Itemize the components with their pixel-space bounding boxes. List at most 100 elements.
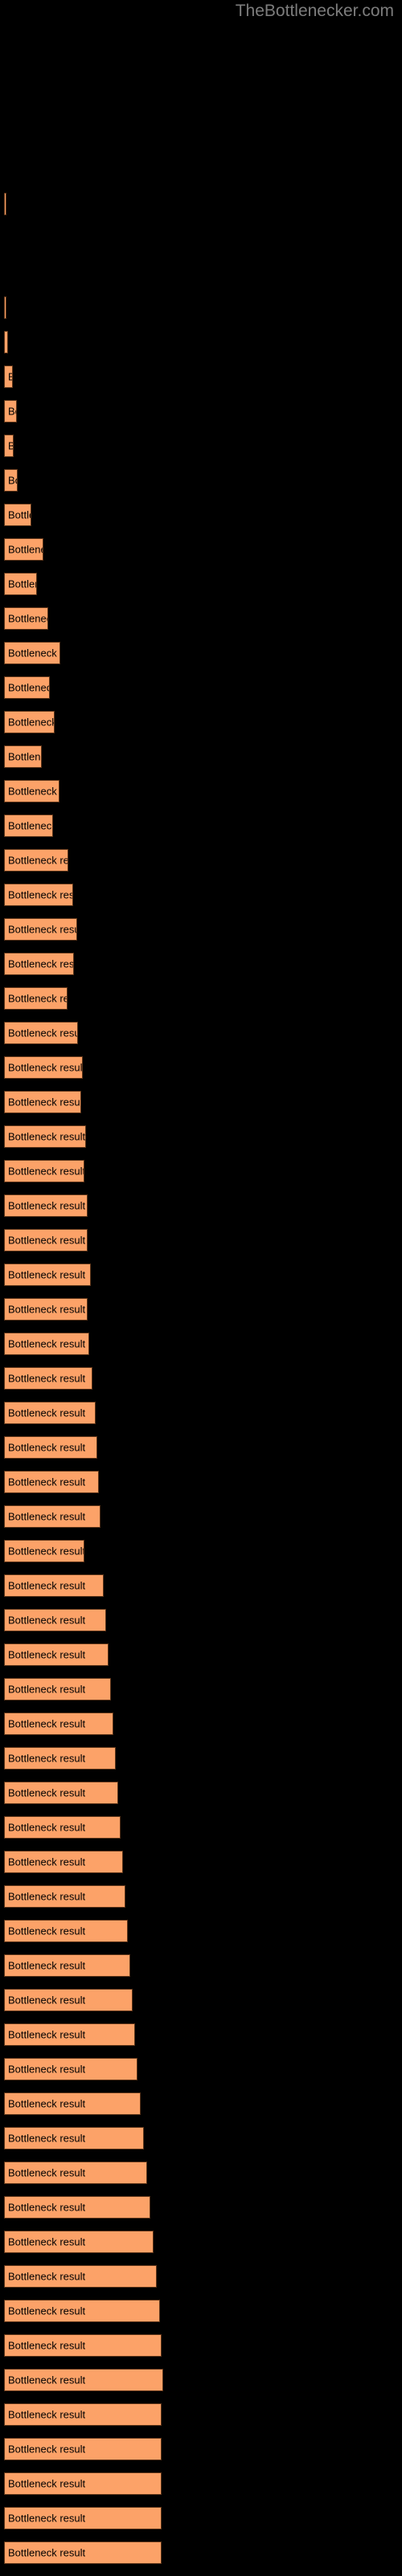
bottleneck-result-bar[interactable]: Bottleneck result [4, 884, 73, 906]
bar-row: Bottleneck result [0, 1229, 402, 1264]
bottleneck-result-bar[interactable]: Bottleneck result [4, 2231, 154, 2253]
bar-label: Bottleneck result [8, 1959, 86, 1972]
bottleneck-result-bar[interactable]: Bottleneck result [4, 538, 43, 561]
bottleneck-result-bar[interactable]: Bottleneck result [4, 1920, 128, 1942]
bottleneck-result-bar[interactable]: Bottleneck result [4, 400, 17, 423]
bottleneck-result-bar[interactable]: Bottleneck result [4, 2196, 150, 2219]
bar-row: Bottleneck result [0, 676, 402, 711]
bar-label: Bottleneck result [8, 1096, 81, 1108]
bottleneck-result-bar[interactable]: Bottleneck result [4, 918, 77, 941]
bottleneck-result-bar[interactable]: Bottleneck result [4, 814, 53, 837]
bar-row: Bottleneck result [0, 1505, 402, 1540]
bottleneck-result-bar[interactable]: Bottleneck result [4, 504, 31, 526]
bottleneck-result-bar[interactable]: Bottleneck result [4, 1747, 116, 1770]
bottleneck-result-bar[interactable]: Bottleneck result [4, 1851, 123, 1873]
bottleneck-result-bar[interactable]: Bottleneck result [4, 1574, 104, 1597]
bottleneck-result-bar[interactable]: Bottleneck result [4, 1194, 88, 1217]
bar-label: Bottleneck result [8, 854, 68, 867]
bottleneck-result-bar[interactable]: Bottleneck result [4, 1436, 97, 1459]
bottleneck-result-bar[interactable]: Bottleneck result [4, 745, 42, 768]
bottleneck-result-bar[interactable]: Bottleneck result [4, 2541, 162, 2564]
bar-label: Bottleneck result [8, 1165, 84, 1178]
bar-row: Bottleneck result [0, 1989, 402, 2023]
bar-row: Bottleneck result [0, 1713, 402, 1747]
bottleneck-result-bar[interactable]: Bottleneck result [4, 469, 18, 492]
bottleneck-result-bar[interactable]: Bottleneck result [4, 676, 50, 699]
bottleneck-result-bar[interactable]: Bottleneck result [4, 1298, 88, 1321]
bar-row: Bottleneck result [0, 2300, 402, 2334]
bottleneck-result-bar[interactable]: Bottleneck result [4, 1402, 96, 1424]
bar-label: Bottleneck result [8, 1268, 86, 1281]
bar-label: Bottleneck result [8, 1579, 86, 1592]
bottleneck-result-bar[interactable]: Bottleneck result [4, 642, 60, 664]
bottleneck-result-bar[interactable]: Bottleneck result [4, 1678, 111, 1700]
bottleneck-result-bar[interactable]: Bottleneck result [4, 1367, 92, 1390]
bar-row: Bottleneck result [0, 2265, 402, 2300]
bottleneck-result-bar[interactable]: Bottleneck result [4, 2472, 162, 2495]
bottleneck-result-bar[interactable]: Bottleneck result [4, 1540, 84, 1562]
bottleneck-result-bar[interactable]: Bottleneck result [4, 711, 55, 733]
bottleneck-result-bar[interactable]: Bottleneck result [4, 1989, 133, 2011]
bottleneck-result-bar[interactable]: Bottleneck result [4, 2507, 162, 2529]
bottleneck-result-bar[interactable]: Bottleneck result [4, 987, 68, 1010]
bottleneck-result-bar[interactable]: Bottleneck result [4, 2092, 141, 2115]
bottleneck-result-bar[interactable]: Bottleneck result [4, 1091, 81, 1113]
bottleneck-result-bar[interactable]: Bottleneck result [4, 2058, 137, 2080]
bar-label: Bottleneck result [8, 2477, 86, 2490]
bottleneck-result-bar[interactable] [4, 331, 8, 353]
bottleneck-result-bar[interactable]: Bottleneck result [4, 1333, 89, 1355]
bottleneck-result-bar[interactable]: Bottleneck result [4, 2369, 163, 2391]
bottleneck-result-bar[interactable] [4, 296, 6, 319]
bar-row: Bottleneck result [0, 884, 402, 918]
bottleneck-result-bar[interactable]: Bottleneck result [4, 573, 37, 595]
bar-label: Bottleneck result [8, 1683, 86, 1696]
bottleneck-result-bar[interactable]: Bottleneck result [4, 1229, 88, 1251]
bar-row: Bottleneck result [0, 1298, 402, 1333]
bottleneck-result-bar[interactable]: Bottleneck result [4, 953, 74, 975]
bar-label: Bottleneck result [8, 2028, 86, 2041]
bottleneck-result-bar[interactable]: Bottleneck result [4, 1816, 121, 1839]
bar-row: Bottleneck result [0, 1643, 402, 1678]
bottleneck-result-bar[interactable]: Bottleneck result [4, 1713, 113, 1735]
bottleneck-result-bar[interactable]: Bottleneck result [4, 2403, 162, 2426]
bottleneck-result-bar[interactable]: Bottleneck result [4, 2438, 162, 2460]
bottleneck-result-bar[interactable]: Bottleneck result [4, 780, 59, 802]
bottleneck-result-bar[interactable]: Bottleneck result [4, 1609, 106, 1631]
bottleneck-result-bar[interactable]: Bottleneck result [4, 2334, 162, 2357]
bottleneck-result-bar[interactable]: Bottleneck result [4, 1125, 86, 1148]
bar-label: Bottleneck result [8, 1821, 86, 1834]
bar-label: Bottleneck result [8, 1786, 86, 1799]
bar-row: Bottleneck result [0, 2127, 402, 2162]
bottleneck-result-bar[interactable]: Bottleneck result [4, 1782, 118, 1804]
bottleneck-result-bar[interactable]: Bottleneck result [4, 1056, 83, 1079]
bottleneck-result-bar[interactable]: Bottleneck result [4, 1643, 109, 1666]
bottleneck-result-bar[interactable]: Bottleneck result [4, 2300, 160, 2322]
bar-row: Bottleneck result [0, 1056, 402, 1091]
bar-row: Bottleneck result [0, 918, 402, 953]
bar-row: Bottleneck result [0, 745, 402, 780]
bar-label: Bottleneck result [8, 992, 67, 1005]
bar-label: Bottleneck result [8, 405, 16, 418]
bar-label: Bottleneck result [8, 474, 17, 487]
bottleneck-result-bar[interactable]: Bottleneck result [4, 2265, 157, 2288]
bar-label: Bottleneck result [8, 1061, 83, 1074]
bottleneck-result-bar[interactable]: Bottleneck result [4, 1505, 100, 1528]
bottleneck-bar-chart: Bottleneck result Bottleneck result Bottle… [0, 0, 402, 2570]
bar-row: Bottleneck result [0, 1264, 402, 1298]
bottleneck-result-bar[interactable]: Bottleneck result [4, 2162, 147, 2184]
bottleneck-result-bar[interactable]: Bottleneck result [4, 607, 48, 630]
bottleneck-result-bar[interactable]: Bottleneck result [4, 2023, 135, 2046]
bottleneck-result-bar[interactable]: Bottleneck result [4, 1022, 78, 1044]
bottleneck-result-bar[interactable]: Bottleneck result [4, 2127, 144, 2149]
bottleneck-result-bar[interactable]: Bottleneck result [4, 1471, 99, 1493]
bottleneck-result-bar[interactable]: Bottleneck result [4, 365, 13, 388]
bar-row: Bottleneck result [0, 1678, 402, 1713]
bottleneck-result-bar[interactable] [4, 193, 6, 215]
bottleneck-result-bar[interactable]: Bottleneck result [4, 1160, 84, 1182]
bottleneck-result-bar[interactable]: Bottleneck result [4, 1954, 130, 1977]
bottleneck-result-bar[interactable]: Bottleneck result [4, 1885, 125, 1908]
bottleneck-result-bar[interactable]: Bottleneck result [4, 1264, 91, 1286]
bottleneck-result-bar[interactable]: Bottleneck result [4, 849, 68, 872]
bottleneck-result-bar[interactable]: Bottleneck result [4, 435, 14, 457]
bar-label: Bottleneck result [8, 1372, 86, 1385]
